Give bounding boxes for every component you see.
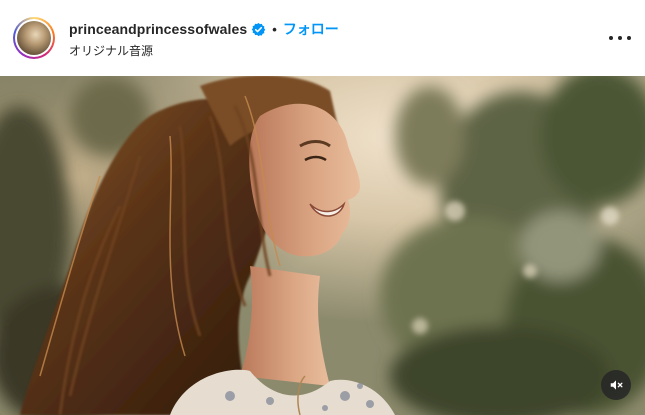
separator-dot: • — [272, 21, 277, 37]
verified-badge-icon — [252, 22, 266, 36]
profile-avatar[interactable] — [13, 17, 55, 59]
user-row: princeandprincessofwales • フォロー — [69, 19, 339, 39]
original-audio-link[interactable]: オリジナル音源 — [69, 42, 153, 59]
avatar-image — [17, 21, 51, 55]
username-link[interactable]: princeandprincessofwales — [69, 21, 247, 37]
follow-button[interactable]: フォロー — [283, 19, 339, 39]
audio-muted-icon[interactable] — [601, 370, 631, 400]
more-options-icon[interactable] — [609, 30, 631, 46]
post-header: princeandprincessofwales • フォロー オリジナル音源 — [0, 0, 645, 76]
post-video[interactable] — [0, 76, 645, 415]
video-frame — [0, 76, 645, 415]
